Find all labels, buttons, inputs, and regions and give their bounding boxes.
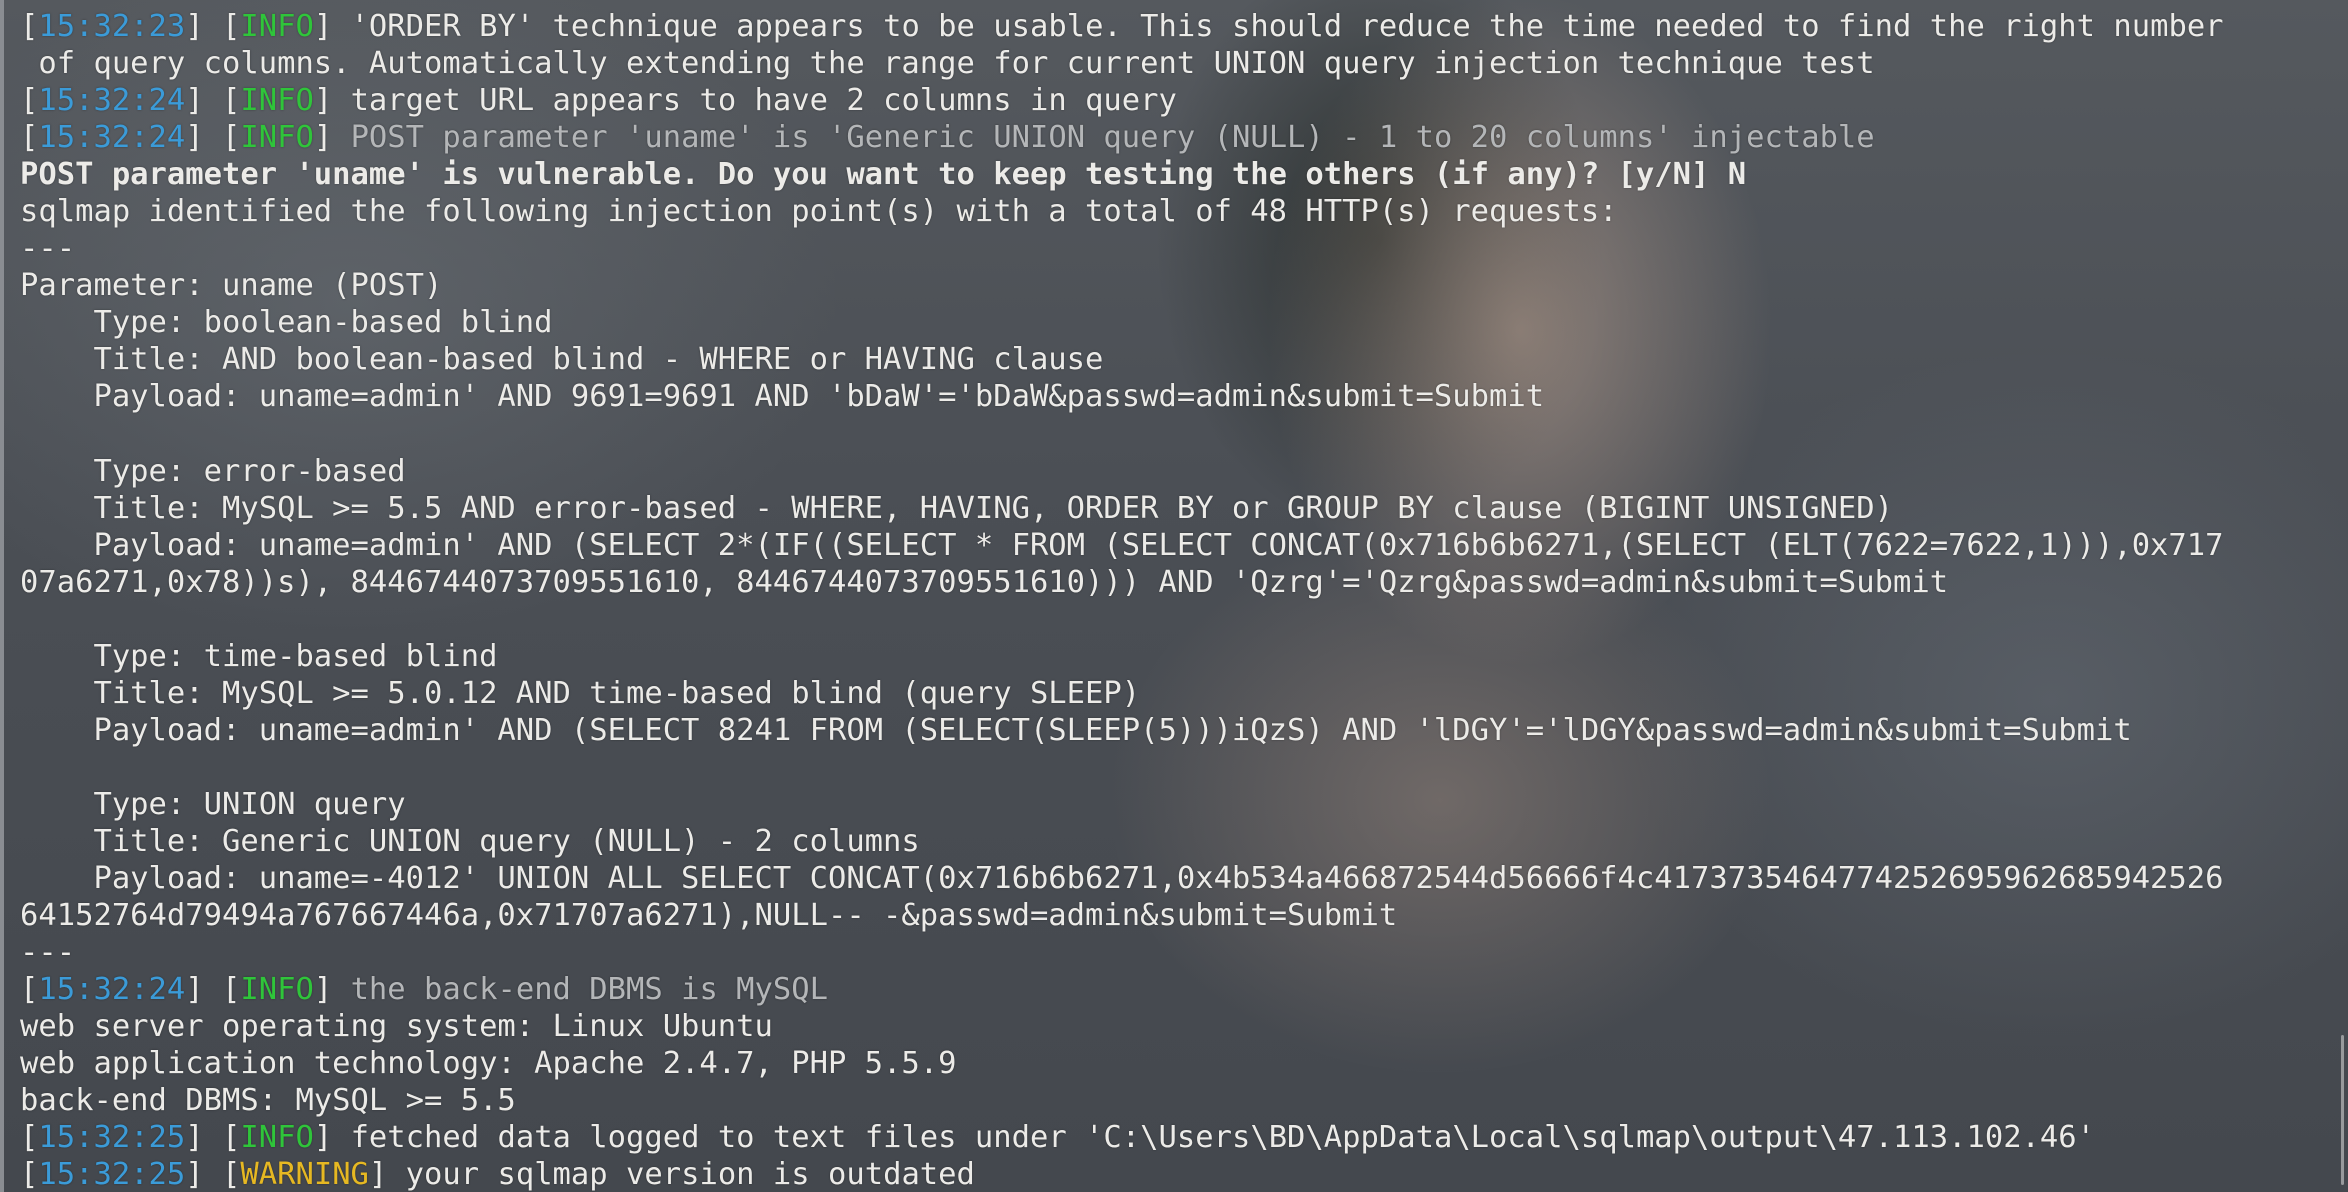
output-text: sqlmap identified the following injectio… [20,194,1618,230]
info-level-tag: INFO [240,83,314,119]
timestamp: 15:32:25 [38,1157,186,1192]
output-text: back-end DBMS: MySQL >= 5.5 [20,1083,516,1119]
output-line: back-end DBMS: MySQL >= 5.5 [20,1082,2340,1119]
output-text: Payload: uname=-4012' UNION ALL SELECT C… [20,861,2224,897]
output-line: Title: AND boolean-based blind - WHERE o… [20,341,2340,378]
output-text: Title: MySQL >= 5.0.12 AND time-based bl… [20,675,1141,711]
output-line: --- [20,230,2340,267]
log-message: POST parameter 'uname' is 'Generic UNION… [350,120,1875,156]
info-level-tag: INFO [240,120,314,156]
output-text: Payload: uname=admin' AND 9691=9691 AND … [20,379,1545,415]
log-line: [15:32:25] [WARNING] your sqlmap version… [20,1157,975,1192]
window-left-edge [0,0,4,1192]
warning-level-tag: WARNING [240,1157,369,1192]
output-line: POST parameter 'uname' is vulnerable. Do… [20,156,2340,193]
output-text: Title: AND boolean-based blind - WHERE o… [20,342,1104,378]
output-line: Type: boolean-based blind [20,304,2340,341]
output-line: 64152764d79494a767667446a,0x71707a6271),… [20,897,2340,934]
log-line: [15:32:24] [INFO] target URL appears to … [20,83,1177,119]
log-message: the back-end DBMS is MySQL [350,972,828,1008]
output-text: web server operating system: Linux Ubunt… [20,1009,773,1045]
output-line: Payload: uname=admin' AND (SELECT 2*(IF(… [20,527,2340,564]
output-text: POST parameter 'uname' is vulnerable. Do… [20,157,1747,193]
timestamp: 15:32:23 [38,9,186,44]
output-line: Type: time-based blind [20,638,2340,675]
output-text: Type: error-based [20,453,406,489]
output-text: Type: time-based blind [20,638,498,674]
output-text: --- [20,231,76,267]
output-line: Type: UNION query [20,786,2340,823]
output-line: Payload: uname=admin' AND (SELECT 8241 F… [20,712,2340,749]
output-line: --- [20,934,2340,971]
timestamp: 15:32:24 [38,83,186,119]
output-line: Title: MySQL >= 5.0.12 AND time-based bl… [20,675,2340,712]
output-line: web application technology: Apache 2.4.7… [20,1045,2340,1082]
output-line: Type: error-based [20,453,2340,490]
terminal-output: [15:32:23] [INFO] 'ORDER BY' technique a… [20,8,2340,1192]
log-line: [15:32:24] [INFO] the back-end DBMS is M… [20,972,828,1008]
log-message: 'ORDER BY' technique appears to be usabl… [350,9,2224,44]
timestamp: 15:32:24 [38,972,186,1008]
output-line: Payload: uname=-4012' UNION ALL SELECT C… [20,860,2340,897]
output-text: 07a6271,0x78))s), 8446744073709551610, 8… [20,564,1949,600]
info-level-tag: INFO [240,9,314,44]
output-line: web server operating system: Linux Ubunt… [20,1008,2340,1045]
output-line: 07a6271,0x78))s), 8446744073709551610, 8… [20,564,2340,601]
output-text: Parameter: uname (POST) [20,268,443,304]
output-text: Type: boolean-based blind [20,305,553,341]
output-text: Title: Generic UNION query (NULL) - 2 co… [20,824,920,860]
log-line: [15:32:23] [INFO] 'ORDER BY' technique a… [20,9,2224,44]
log-message: fetched data logged to text files under … [350,1120,2096,1156]
log-line: [15:32:25] [INFO] fetched data logged to… [20,1120,2096,1156]
info-level-tag: INFO [240,972,314,1008]
output-text: of query columns. Automatically extendin… [20,46,1875,82]
output-text: web application technology: Apache 2.4.7… [20,1046,957,1082]
log-line: [15:32:24] [INFO] POST parameter 'uname'… [20,120,1875,156]
timestamp: 15:32:24 [38,120,186,156]
info-level-tag: INFO [240,1120,314,1156]
output-line: Payload: uname=admin' AND 9691=9691 AND … [20,378,2340,415]
output-line: of query columns. Automatically extendin… [20,45,2340,82]
terminal-window[interactable]: [15:32:23] [INFO] 'ORDER BY' technique a… [0,0,2348,1192]
output-text: Type: UNION query [20,786,406,822]
log-message: your sqlmap version is outdated [405,1157,975,1192]
output-text: Title: MySQL >= 5.5 AND error-based - WH… [20,490,1893,526]
output-text: 64152764d79494a767667446a,0x71707a6271),… [20,898,1398,934]
output-line: sqlmap identified the following injectio… [20,193,2340,230]
output-line: Title: Generic UNION query (NULL) - 2 co… [20,823,2340,860]
terminal-scrollbar[interactable] [2341,1035,2344,1185]
output-line: Parameter: uname (POST) [20,267,2340,304]
output-text: --- [20,935,76,971]
output-line: Title: MySQL >= 5.5 AND error-based - WH… [20,490,2340,527]
output-text: Payload: uname=admin' AND (SELECT 8241 F… [20,712,2132,748]
log-message: target URL appears to have 2 columns in … [350,83,1177,119]
timestamp: 15:32:25 [38,1120,186,1156]
output-text: Payload: uname=admin' AND (SELECT 2*(IF(… [20,527,2224,563]
